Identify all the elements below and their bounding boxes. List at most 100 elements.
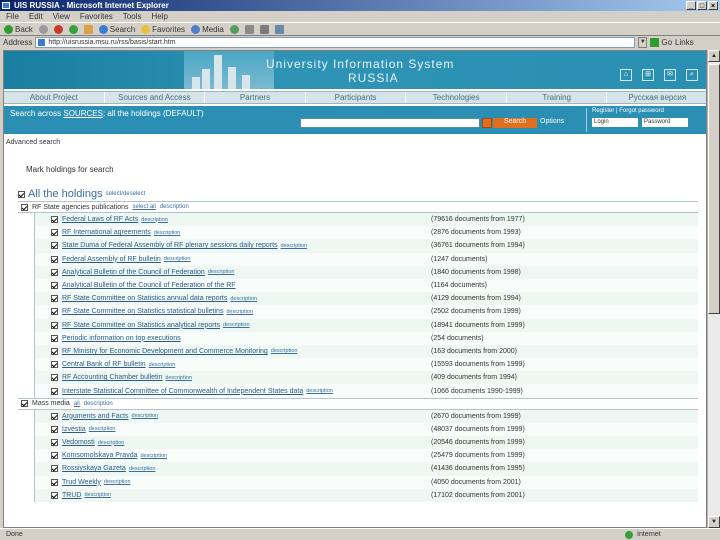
item-description-link[interactable]: description [140, 453, 167, 459]
home-button[interactable] [83, 24, 93, 34]
item-checkbox[interactable] [51, 439, 58, 447]
history-button[interactable] [229, 24, 239, 34]
item-name-link[interactable]: Rossiyskaya Gazeta [62, 465, 126, 472]
home-icon[interactable]: ⌂ [620, 69, 632, 81]
item-name-link[interactable]: Analytical Bulletin of the Council of Fe… [62, 269, 205, 276]
print-button[interactable] [259, 24, 269, 34]
item-checkbox[interactable] [51, 295, 58, 303]
item-checkbox[interactable] [51, 242, 58, 250]
item-description-link[interactable]: description [226, 309, 253, 315]
login-input[interactable]: Login [592, 118, 638, 127]
search-submit-button[interactable]: Search [493, 118, 537, 128]
nav-training[interactable]: Training [507, 92, 608, 103]
item-description-link[interactable]: description [164, 256, 191, 262]
search-dropdown[interactable] [482, 118, 492, 128]
group-description-link[interactable]: description [160, 204, 189, 210]
item-description-link[interactable]: description [129, 466, 156, 472]
item-checkbox[interactable] [51, 425, 58, 433]
item-description-link[interactable]: description [230, 296, 257, 302]
group-description-link[interactable]: description [84, 401, 113, 407]
stop-button[interactable] [53, 24, 63, 34]
links-label[interactable]: Links [675, 38, 694, 47]
item-description-link[interactable]: description [149, 362, 176, 368]
item-description-link[interactable]: description [84, 492, 111, 498]
item-name-link[interactable]: Federal Laws of RF Acts [62, 216, 138, 223]
item-name-link[interactable]: Interstate Statistical Committee of Comm… [62, 388, 303, 395]
item-name-link[interactable]: Federal Assembly of RF bulletin [62, 256, 161, 263]
item-name-link[interactable]: Izvestia [62, 426, 86, 433]
close-button[interactable]: × [708, 1, 718, 10]
group-select-link[interactable]: select all [133, 204, 156, 210]
menu-tools[interactable]: Tools [123, 11, 142, 22]
sitemap-icon[interactable]: ⊞ [642, 69, 654, 81]
forward-button[interactable] [38, 24, 48, 34]
group-checkbox[interactable] [21, 400, 28, 408]
password-input[interactable]: Password [642, 118, 688, 127]
item-name-link[interactable]: RF State Committee on Statistics analyti… [62, 322, 220, 329]
item-checkbox[interactable] [51, 361, 58, 369]
nav-sources-access[interactable]: Sources and Access [105, 92, 206, 103]
refresh-button[interactable] [68, 24, 78, 34]
nav-technologies[interactable]: Technologies [406, 92, 507, 103]
vertical-scrollbar[interactable]: ▲ ▼ [707, 50, 720, 528]
item-checkbox[interactable] [51, 308, 58, 316]
minimize-button[interactable]: _ [686, 1, 696, 10]
item-name-link[interactable]: Vedomosti [62, 439, 95, 446]
item-description-link[interactable]: description [306, 388, 333, 394]
item-description-link[interactable]: description [271, 348, 298, 354]
maximize-button[interactable]: □ [697, 1, 707, 10]
item-checkbox[interactable] [51, 216, 58, 224]
register-links[interactable]: Register | Forgot password [592, 108, 664, 114]
item-checkbox[interactable] [51, 347, 58, 355]
item-description-link[interactable]: description [165, 375, 192, 381]
scroll-down-button[interactable]: ▼ [708, 516, 720, 528]
item-name-link[interactable]: Periodic information on top executions [62, 335, 181, 342]
item-description-link[interactable]: description [281, 243, 308, 249]
nav-about-project[interactable]: About Project [4, 92, 105, 103]
address-dropdown[interactable]: ▼ [638, 37, 648, 48]
item-name-link[interactable]: Komsomolskaya Pravda [62, 452, 137, 459]
edit-button[interactable] [274, 24, 284, 34]
back-button[interactable]: Back [4, 24, 33, 34]
item-checkbox[interactable] [51, 282, 58, 290]
nav-participants[interactable]: Participants [306, 92, 407, 103]
item-checkbox[interactable] [51, 452, 58, 460]
item-checkbox[interactable] [51, 321, 58, 329]
item-checkbox[interactable] [51, 412, 58, 420]
item-name-link[interactable]: RF State Committee on Statistics statist… [62, 308, 223, 315]
item-name-link[interactable]: Central Bank of RF bulletin [62, 361, 146, 368]
menu-file[interactable]: File [6, 11, 19, 22]
group-checkbox[interactable] [21, 203, 28, 211]
item-description-link[interactable]: description [141, 217, 168, 223]
item-name-link[interactable]: RF International agreements [62, 229, 151, 236]
item-description-link[interactable]: description [98, 440, 125, 446]
item-checkbox[interactable] [51, 334, 58, 342]
address-input[interactable]: http://uisrussia.msu.ru/rss/basis/start.… [35, 37, 636, 48]
mail-button[interactable] [244, 24, 254, 34]
item-description-link[interactable]: description [208, 269, 235, 275]
item-checkbox[interactable] [51, 491, 58, 499]
item-description-link[interactable]: description [154, 230, 181, 236]
scroll-thumb[interactable] [708, 64, 720, 314]
sources-link[interactable]: SOURCES [63, 109, 103, 118]
media-button[interactable]: Media [191, 24, 224, 34]
menu-edit[interactable]: Edit [29, 11, 43, 22]
item-name-link[interactable]: Analytical Bulletin of the Council of Fe… [62, 282, 236, 289]
menu-favorites[interactable]: Favorites [80, 11, 113, 22]
item-checkbox[interactable] [51, 255, 58, 263]
item-checkbox[interactable] [51, 229, 58, 237]
group-select-link[interactable]: all [74, 401, 80, 407]
menu-help[interactable]: Help [151, 11, 167, 22]
scroll-up-button[interactable]: ▲ [708, 50, 720, 62]
item-name-link[interactable]: Arguments and Facts [62, 413, 129, 420]
item-checkbox[interactable] [51, 268, 58, 276]
item-name-link[interactable]: RF Ministry for Economic Development and… [62, 348, 268, 355]
nav-russian-version[interactable]: Русская версия [607, 92, 706, 103]
item-checkbox[interactable] [51, 478, 58, 486]
item-checkbox[interactable] [51, 387, 58, 395]
search-icon[interactable]: ⌕ [686, 69, 698, 81]
item-name-link[interactable]: RF Accounting Chamber bulletin [62, 374, 162, 381]
item-checkbox[interactable] [51, 374, 58, 382]
item-description-link[interactable]: description [89, 426, 116, 432]
item-name-link[interactable]: State Duma of Federal Assembly of RF ple… [62, 242, 278, 249]
